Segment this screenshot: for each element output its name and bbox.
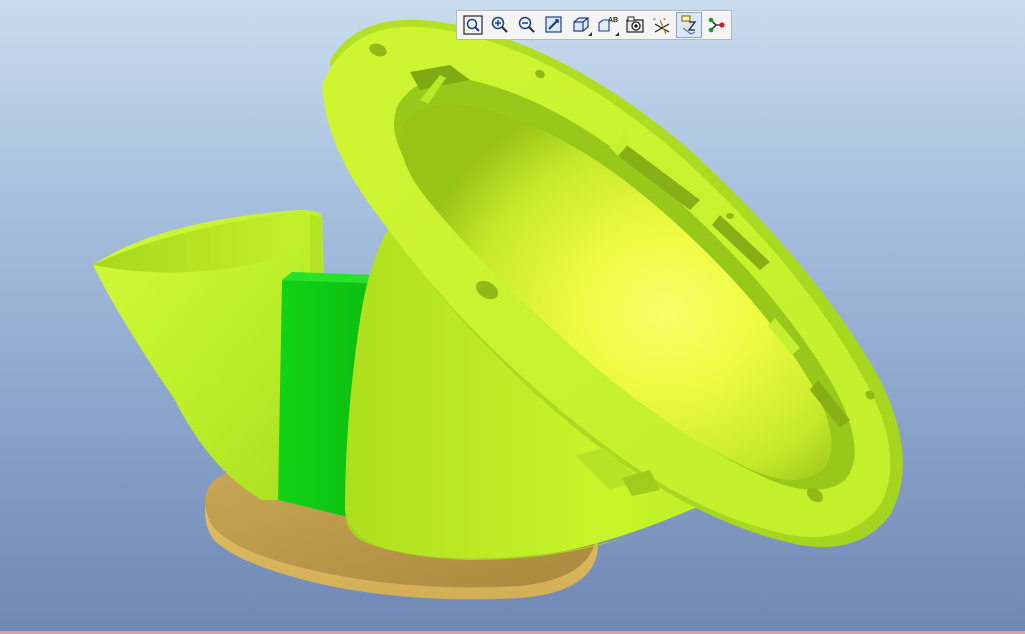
model-scene[interactable] [0, 0, 1025, 634]
repaint-icon [544, 16, 562, 33]
annotation-display-icon [681, 15, 696, 35]
saved-views-label: AB [608, 17, 618, 24]
zoom-in-icon [491, 16, 508, 33]
view-manager-button[interactable] [622, 12, 648, 38]
datum-display-icon: × × [653, 17, 669, 35]
spin-center-button[interactable] [703, 12, 729, 38]
zoom-window-button[interactable] [460, 12, 486, 38]
view-manager-icon [625, 16, 644, 33]
svg-text:×: × [653, 17, 656, 23]
spin-center-icon [708, 17, 725, 33]
display-style-button[interactable] [568, 12, 594, 38]
zoom-out-icon [518, 16, 535, 33]
svg-text:×: × [663, 17, 666, 23]
dropdown-corner-icon [587, 32, 592, 36]
datum-display-button[interactable]: × × [649, 12, 675, 38]
zoom-out-button[interactable] [514, 12, 540, 38]
repaint-button[interactable] [541, 12, 567, 38]
zoom-window-icon [462, 15, 483, 35]
view-toolbar: AB × × [456, 10, 732, 40]
dropdown-corner-icon [614, 32, 619, 36]
graphics-viewport[interactable]: AB × × [0, 0, 1025, 634]
zoom-in-button[interactable] [487, 12, 513, 38]
saved-views-button[interactable]: AB [595, 12, 621, 38]
annotation-display-button[interactable] [675, 12, 702, 38]
